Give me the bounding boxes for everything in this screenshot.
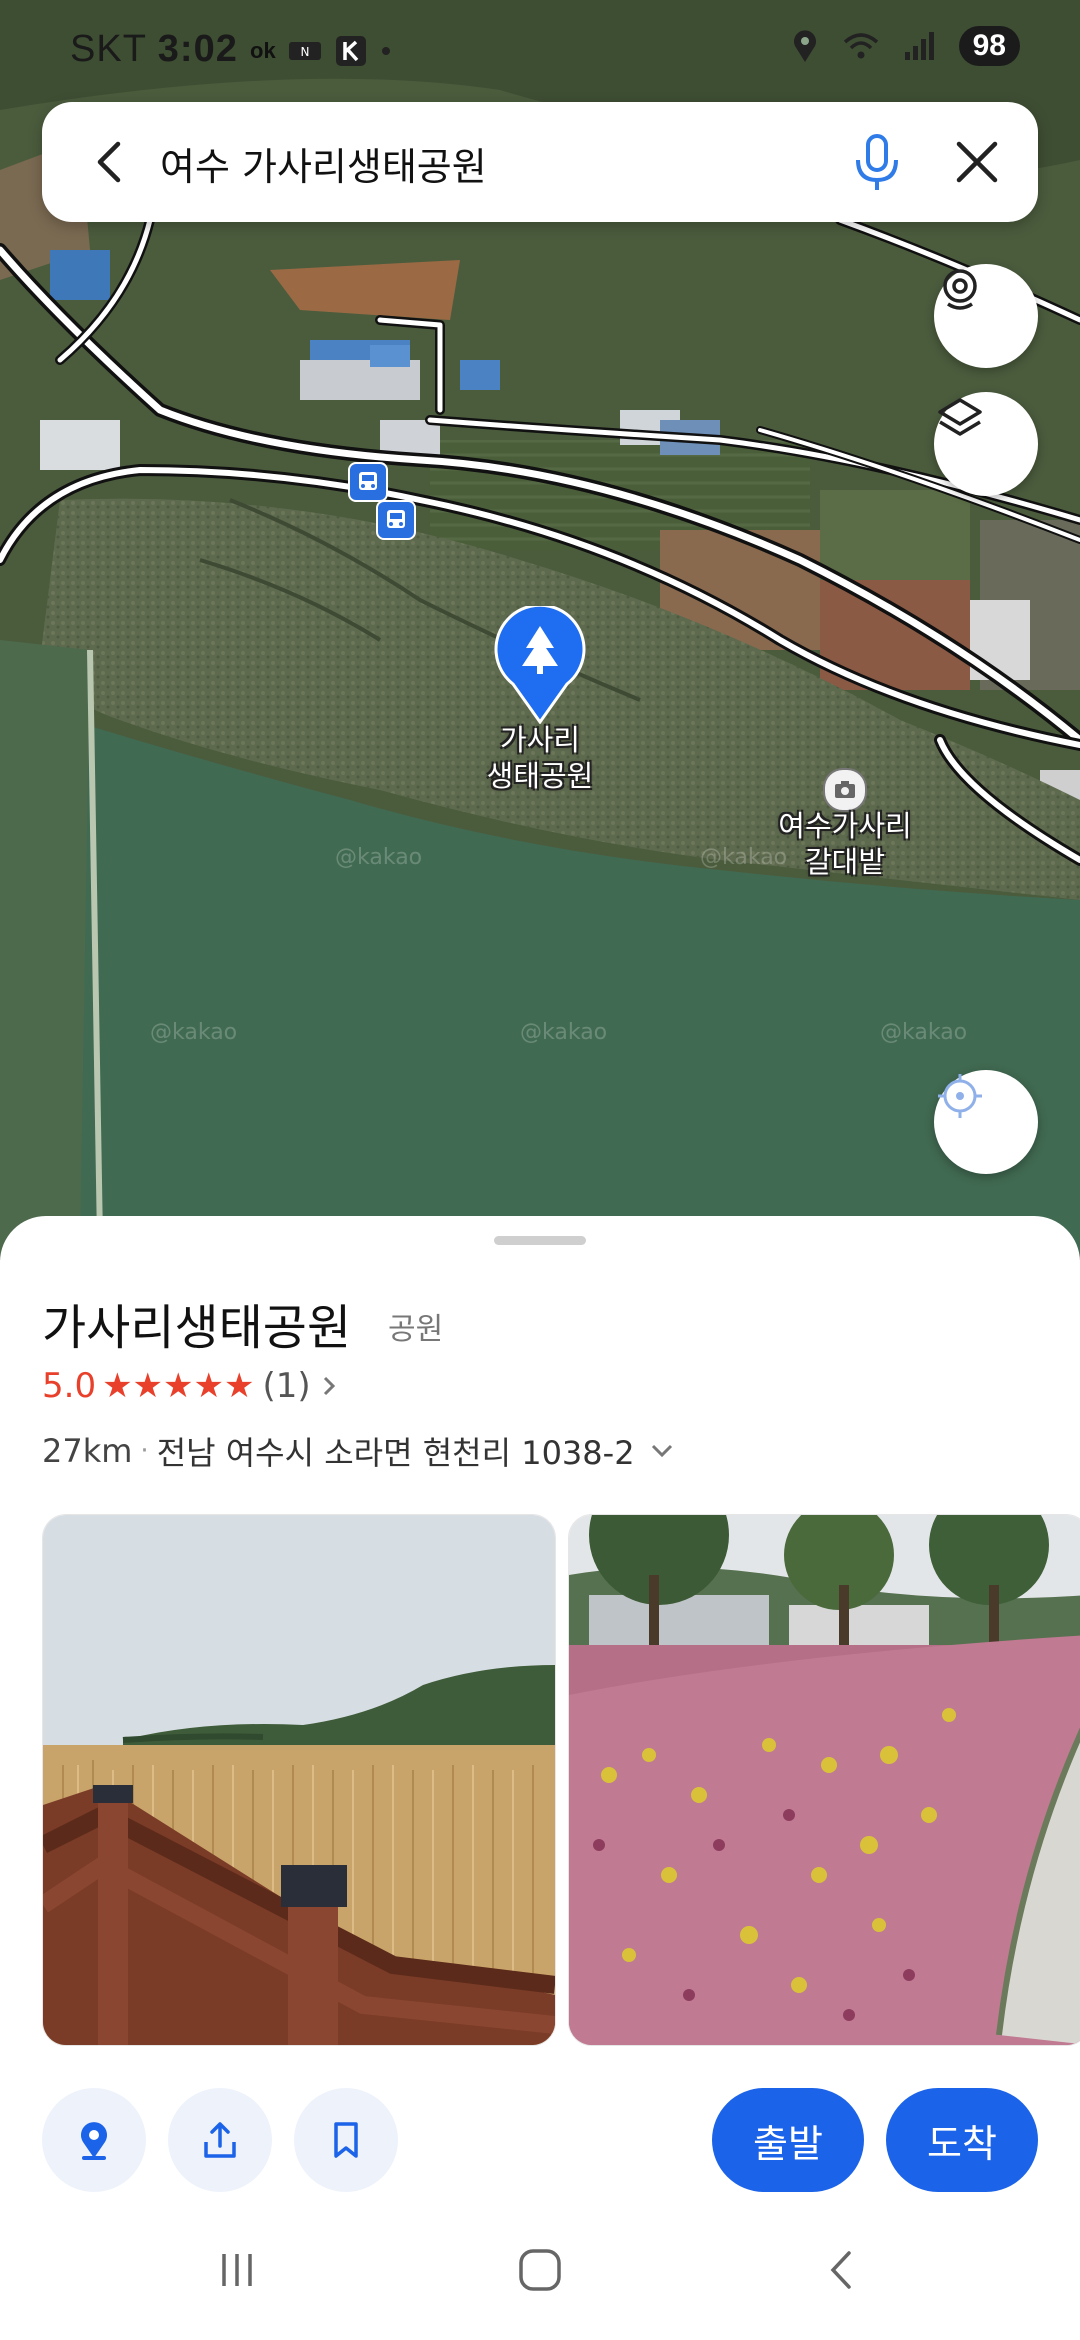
place-info-sheet[interactable]: 가사리생태공원 공원 5.0 ★★★★★ (1) 27km · 전남 여수시 소… <box>0 1216 1080 2340</box>
depart-button[interactable]: 출발 <box>712 2088 864 2192</box>
status-bar: SKT 3:02 ok N 98 <box>0 0 1080 100</box>
back-arrow-icon <box>97 141 121 183</box>
search-bar[interactable]: 여수 가사리생태공원 <box>42 102 1038 222</box>
map-watermark: @kakao <box>150 1020 238 1045</box>
sheet-drag-handle[interactable] <box>494 1236 586 1245</box>
camera-icon[interactable] <box>823 768 867 812</box>
place-photo[interactable] <box>568 1514 1080 2046</box>
location-icon <box>793 30 816 62</box>
layers-button[interactable] <box>934 392 1038 496</box>
address-row[interactable]: 27km · 전남 여수시 소라면 현천리 1038-2 <box>42 1428 679 1474</box>
notification-icons: ok N <box>250 34 392 68</box>
wifi-icon <box>843 33 878 59</box>
bookmark-icon <box>334 2122 358 2158</box>
recent-apps-button[interactable] <box>207 2245 267 2295</box>
rating-row[interactable]: 5.0 ★★★★★ (1) <box>42 1366 341 1406</box>
bus-stop-icon[interactable] <box>376 500 416 540</box>
status-time-row: SKT 3:02 <box>70 28 238 71</box>
system-navigation-bar <box>0 2200 1080 2340</box>
home-icon <box>519 2249 561 2291</box>
save-place-button[interactable] <box>42 2088 146 2192</box>
voice-search-button[interactable] <box>842 128 912 198</box>
clock: 3:02 <box>157 28 238 70</box>
close-icon <box>956 141 998 183</box>
search-query[interactable]: 여수 가사리생태공원 <box>160 136 487 191</box>
share-icon <box>204 2122 236 2158</box>
pin-label: 가사리 생태공원 <box>470 722 610 794</box>
svg-text:N: N <box>300 45 309 59</box>
dot-icon <box>381 47 390 55</box>
carrier-label: SKT <box>70 28 147 70</box>
place-photo[interactable] <box>42 1514 556 2046</box>
separator-dot: · <box>140 1436 149 1466</box>
place-category: 공원 <box>388 1312 444 1347</box>
map-watermark: @kakao <box>880 1020 968 1045</box>
chevron-down-icon <box>651 1444 672 1458</box>
roadview-icon <box>943 269 977 310</box>
battery-indicator: 98 <box>958 26 1020 66</box>
distance-label: 27km <box>42 1432 133 1470</box>
pin-person-icon <box>81 2122 107 2160</box>
rating-score: 5.0 <box>42 1366 97 1406</box>
map-watermark: @kakao <box>520 1020 608 1045</box>
system-icons: 98 <box>791 26 1020 66</box>
place-pin-icon[interactable] <box>493 606 587 724</box>
ok-cashbag-icon: ok <box>250 38 276 63</box>
home-button[interactable] <box>510 2245 570 2295</box>
k-app-icon <box>335 36 366 66</box>
microphone-icon <box>856 134 898 190</box>
place-title: 가사리생태공원 <box>42 1300 352 1356</box>
back-button[interactable] <box>80 132 140 192</box>
map-watermark: @kakao <box>335 845 423 870</box>
address-text: 전남 여수시 소라면 현천리 1038-2 <box>156 1434 635 1472</box>
recent-apps-icon <box>222 2254 252 2286</box>
arrive-button[interactable]: 도착 <box>886 2088 1038 2192</box>
review-count: (1) <box>262 1366 311 1406</box>
chevron-right-icon <box>323 1376 335 1396</box>
signal-icon <box>904 32 934 60</box>
back-chevron-icon <box>830 2251 851 2289</box>
layers-icon <box>938 398 982 436</box>
crosshair-icon <box>938 1074 982 1118</box>
clear-search-button[interactable] <box>947 132 1007 192</box>
star-rating-icon: ★★★★★ <box>102 1366 255 1406</box>
roadview-button[interactable] <box>934 264 1038 368</box>
bus-stop-icon[interactable] <box>348 462 388 502</box>
pin-label-line: 생태공원 <box>486 759 594 793</box>
nfc-icon: N <box>288 42 321 60</box>
pin-label-line: 가사리 <box>499 723 581 757</box>
bookmark-button[interactable] <box>294 2088 398 2192</box>
poi-label[interactable]: 여수가사리 갈대밭 <box>760 808 930 880</box>
nav-back-button[interactable] <box>812 2245 872 2295</box>
current-location-button[interactable] <box>934 1070 1038 1174</box>
poi-label-line: 갈대밭 <box>804 845 886 879</box>
poi-label-line: 여수가사리 <box>778 809 912 843</box>
share-button[interactable] <box>168 2088 272 2192</box>
